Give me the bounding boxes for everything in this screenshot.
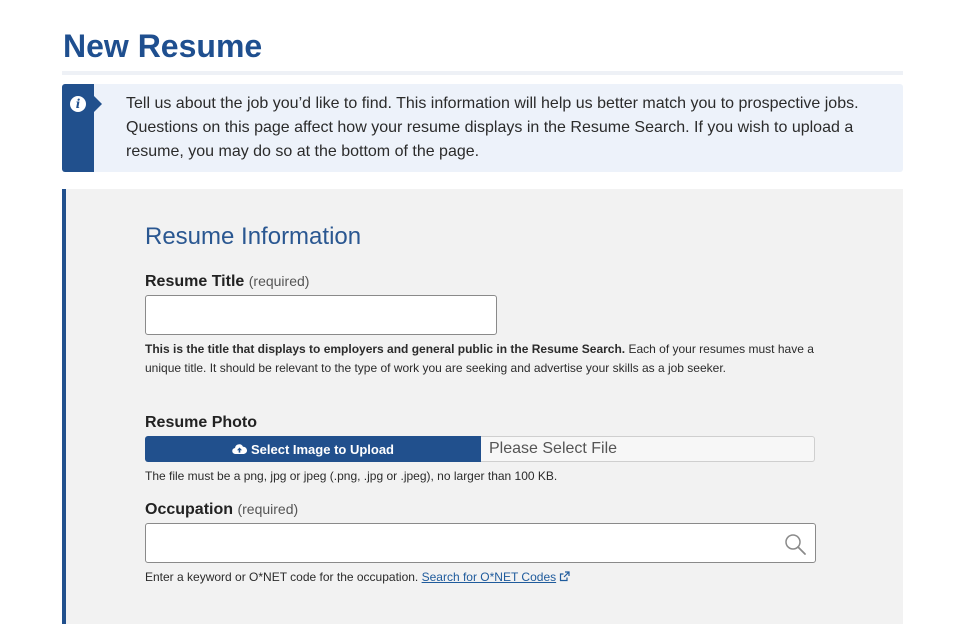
resume-title-help: This is the title that displays to emplo… <box>145 340 825 378</box>
photo-help: The file must be a png, jpg or jpeg (.pn… <box>145 469 558 483</box>
resume-title-label-text: Resume Title <box>145 273 245 290</box>
info-tab: i <box>62 84 94 172</box>
onet-search-link[interactable]: Search for O*NET Codes <box>422 570 571 584</box>
info-text: Tell us about the job you’d like to find… <box>126 95 859 160</box>
select-image-button-label: Select Image to Upload <box>250 441 395 457</box>
occupation-input-wrapper <box>145 523 816 563</box>
occupation-required-hint: (required) <box>237 501 299 517</box>
resume-title-label: Resume Title (required) <box>145 273 309 291</box>
search-icon[interactable] <box>783 532 807 556</box>
occupation-label-text: Occupation <box>145 501 234 518</box>
info-tab-notch <box>94 96 102 112</box>
occupation-input[interactable] <box>146 524 770 562</box>
occupation-label: Occupation (required) <box>145 501 298 519</box>
occupation-help-text: Enter a keyword or O*NET code for the oc… <box>145 570 419 584</box>
title-divider <box>62 71 903 75</box>
info-icon: i <box>70 96 86 112</box>
info-callout: i Tell us about the job you’d like to fi… <box>62 84 903 172</box>
resume-title-help-bold: This is the title that displays to emplo… <box>145 342 626 356</box>
cloud-upload-icon <box>232 444 247 455</box>
resume-photo-label: Resume Photo <box>145 414 258 431</box>
section-title: Resume Information <box>145 223 362 250</box>
resume-title-input[interactable] <box>145 295 497 335</box>
page-title: New Resume <box>63 28 263 64</box>
occupation-help: Enter a keyword or O*NET code for the oc… <box>145 568 825 587</box>
required-hint: (required) <box>248 273 310 289</box>
select-image-button[interactable]: Select Image to Upload <box>145 436 481 462</box>
onet-search-link-text: Search for O*NET Codes <box>421 570 557 584</box>
selected-file-field[interactable]: Please Select File <box>481 436 815 462</box>
external-link-icon <box>560 571 570 582</box>
resume-form-panel: Resume Information Resume Title (require… <box>62 189 903 624</box>
